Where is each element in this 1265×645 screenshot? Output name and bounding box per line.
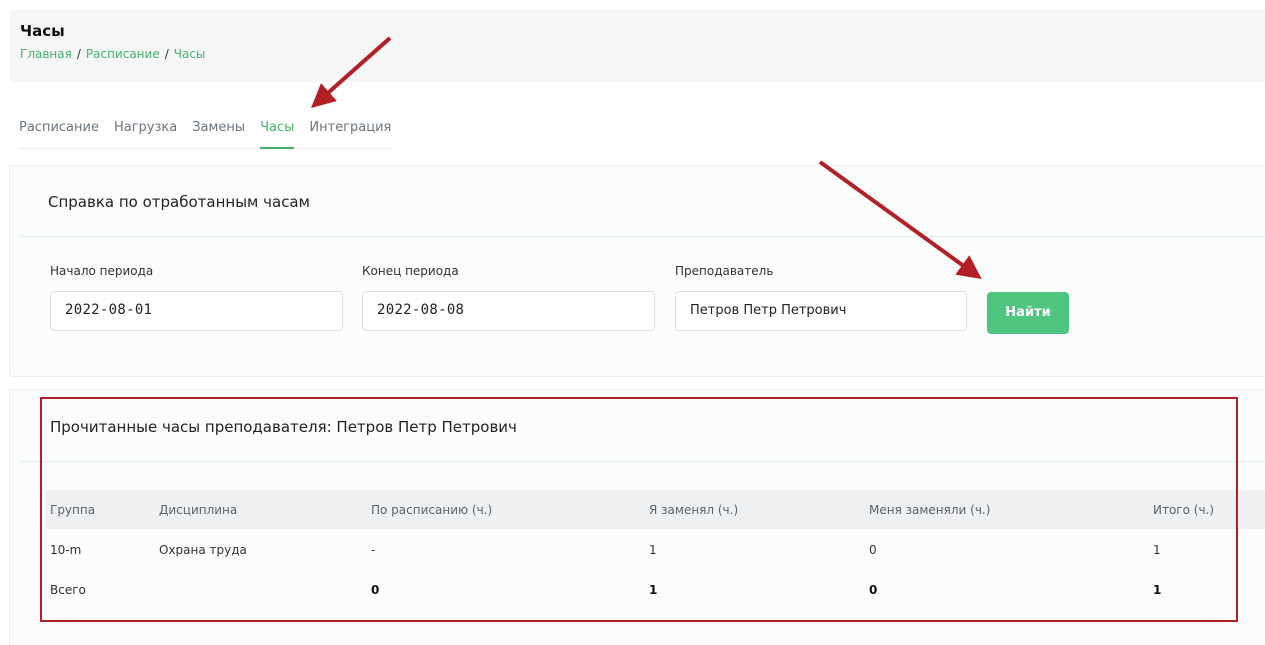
column-header-group: Группа [50, 503, 96, 517]
page-header: Часы Главная / Расписание / Часы [10, 10, 1265, 82]
teacher-label: Преподаватель [675, 264, 774, 278]
teacher-input[interactable]: Петров Петр Петрович [675, 291, 967, 331]
breadcrumb-current: Часы [173, 47, 206, 61]
report-form-card: Справка по отработанным часам Начало пер… [9, 165, 1265, 377]
totals-label: Всего [50, 583, 86, 597]
breadcrumb-schedule-link[interactable]: Расписание [86, 47, 160, 61]
column-header-total: Итого (ч.) [1153, 503, 1215, 517]
results-title: Прочитанные часы преподавателя: Петров П… [50, 418, 517, 436]
breadcrumb-home-link[interactable]: Главная [20, 47, 72, 61]
tab-workload[interactable]: Нагрузка [114, 112, 177, 147]
tab-hours[interactable]: Часы [260, 112, 295, 149]
period-end-label: Конец периода [362, 264, 459, 278]
column-header-replaced-me: Меня заменяли (ч.) [869, 503, 991, 517]
totals-total: 1 [1153, 583, 1162, 597]
column-header-discipline: Дисциплина [159, 503, 238, 517]
card-divider [20, 236, 1265, 237]
column-header-i-replaced: Я заменял (ч.) [649, 503, 739, 517]
cell-discipline: Охрана труда [159, 543, 247, 557]
tab-schedule[interactable]: Расписание [19, 112, 99, 147]
cell-i-replaced: 1 [649, 543, 657, 557]
breadcrumb-separator: / [164, 47, 169, 61]
tab-bar: Расписание Нагрузка Замены Часы Интеграц… [19, 112, 392, 149]
period-start-input[interactable]: 2022-08-01 [50, 291, 343, 331]
table-row: 10-m Охрана труда - 1 0 1 [46, 530, 1265, 568]
table-totals-row: Всего 0 1 0 1 [46, 570, 1265, 608]
totals-i-replaced: 1 [649, 583, 658, 597]
period-start-label: Начало периода [50, 264, 154, 278]
table-header: Группа Дисциплина По расписанию (ч.) Я з… [46, 490, 1265, 529]
cell-group: 10-m [50, 543, 82, 557]
breadcrumb-separator: / [76, 47, 81, 61]
cell-replaced-me: 0 [869, 543, 877, 557]
breadcrumb: Главная / Расписание / Часы [20, 47, 205, 61]
card-divider [20, 461, 1265, 462]
results-card: Прочитанные часы преподавателя: Петров П… [9, 389, 1265, 645]
tab-substitutions[interactable]: Замены [192, 112, 245, 147]
column-header-scheduled: По расписанию (ч.) [371, 503, 493, 517]
period-end-input[interactable]: 2022-08-08 [362, 291, 655, 331]
totals-scheduled: 0 [371, 583, 380, 597]
tab-integration[interactable]: Интеграция [309, 112, 391, 147]
cell-scheduled: - [371, 543, 376, 557]
page-title: Часы [20, 22, 65, 40]
find-button[interactable]: Найти [987, 292, 1069, 334]
cell-total: 1 [1153, 543, 1161, 557]
totals-replaced-me: 0 [869, 583, 878, 597]
report-form-title: Справка по отработанным часам [48, 193, 310, 211]
